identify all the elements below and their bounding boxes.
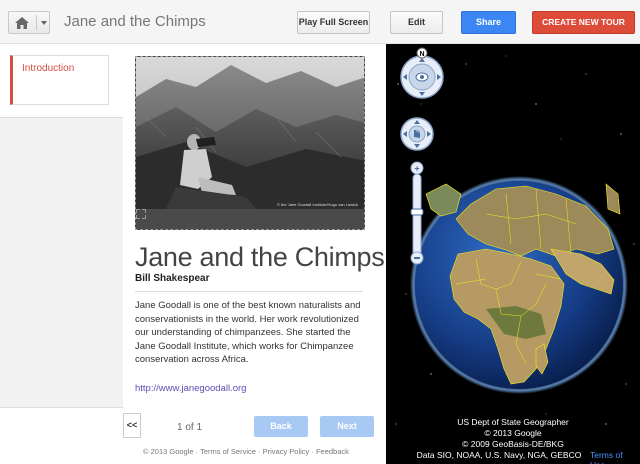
map-attribution-1: US Dept of State Geographer bbox=[457, 417, 569, 427]
tour-builder-app: Jane and the Chimps Play Full Screen Edi… bbox=[0, 0, 640, 464]
sidebar-item-introduction[interactable]: Introduction bbox=[10, 55, 109, 105]
footer-links[interactable]: © 2013 Google · Terms of Service · Priva… bbox=[143, 447, 349, 456]
globe-map[interactable]: N + bbox=[386, 44, 640, 464]
story-author: Bill Shakespear bbox=[135, 273, 210, 284]
header-bar: Jane and the Chimps Play Full Screen Edi… bbox=[0, 0, 640, 44]
divider bbox=[135, 291, 363, 292]
compass-control[interactable]: N bbox=[400, 47, 444, 99]
photo-credit: © the Jane Goodall Institute/Hugo van La… bbox=[277, 202, 358, 207]
slide-sidebar: Introduction bbox=[0, 44, 123, 464]
story-link[interactable]: http://www.janegoodall.org bbox=[135, 383, 246, 394]
back-button[interactable]: Back bbox=[254, 416, 308, 437]
story-title: Jane and the Chimps bbox=[135, 242, 385, 272]
story-panel: © the Jane Goodall Institute/Hugo van La… bbox=[123, 44, 386, 464]
compass-north-label: N bbox=[419, 51, 424, 58]
zoom-out-icon bbox=[414, 257, 420, 259]
create-new-tour-button[interactable]: CREATE NEW TOUR bbox=[532, 11, 635, 34]
story-description: Jane Goodall is one of the best known na… bbox=[135, 300, 361, 366]
chevron-down-icon bbox=[41, 21, 47, 25]
sidebar-footer bbox=[0, 407, 123, 464]
home-menu-button[interactable] bbox=[8, 11, 50, 34]
tour-title: Jane and the Chimps bbox=[64, 13, 206, 30]
zoom-slider[interactable]: + bbox=[410, 161, 424, 265]
edit-button[interactable]: Edit bbox=[390, 11, 443, 34]
button-separator bbox=[36, 15, 37, 30]
sidebar-item-label: Introduction bbox=[22, 63, 75, 74]
terms-of-use-link[interactable]: Terms of Use bbox=[590, 450, 640, 464]
earth-view[interactable]: N + US Dept of State Geographer © 2013 G… bbox=[386, 44, 640, 464]
page-indicator: 1 of 1 bbox=[177, 422, 203, 433]
play-full-screen-button[interactable]: Play Full Screen bbox=[297, 11, 370, 34]
zoom-thumb bbox=[410, 208, 424, 216]
map-attribution-3: © 2009 GeoBasis-DE/BKG bbox=[462, 439, 564, 449]
pan-control[interactable] bbox=[400, 117, 434, 151]
next-button[interactable]: Next bbox=[320, 416, 374, 437]
share-button[interactable]: Share bbox=[461, 11, 516, 34]
story-photo: © the Jane Goodall Institute/Hugo van La… bbox=[135, 56, 365, 230]
sidebar-list: Introduction bbox=[0, 44, 123, 118]
previous-slide-button[interactable]: << bbox=[123, 413, 141, 438]
map-attribution-2: © 2013 Google bbox=[484, 428, 542, 438]
home-icon bbox=[15, 17, 29, 29]
zoom-in-icon: + bbox=[414, 164, 419, 174]
expand-icon[interactable] bbox=[136, 209, 146, 219]
photo-toolbar bbox=[136, 209, 364, 229]
